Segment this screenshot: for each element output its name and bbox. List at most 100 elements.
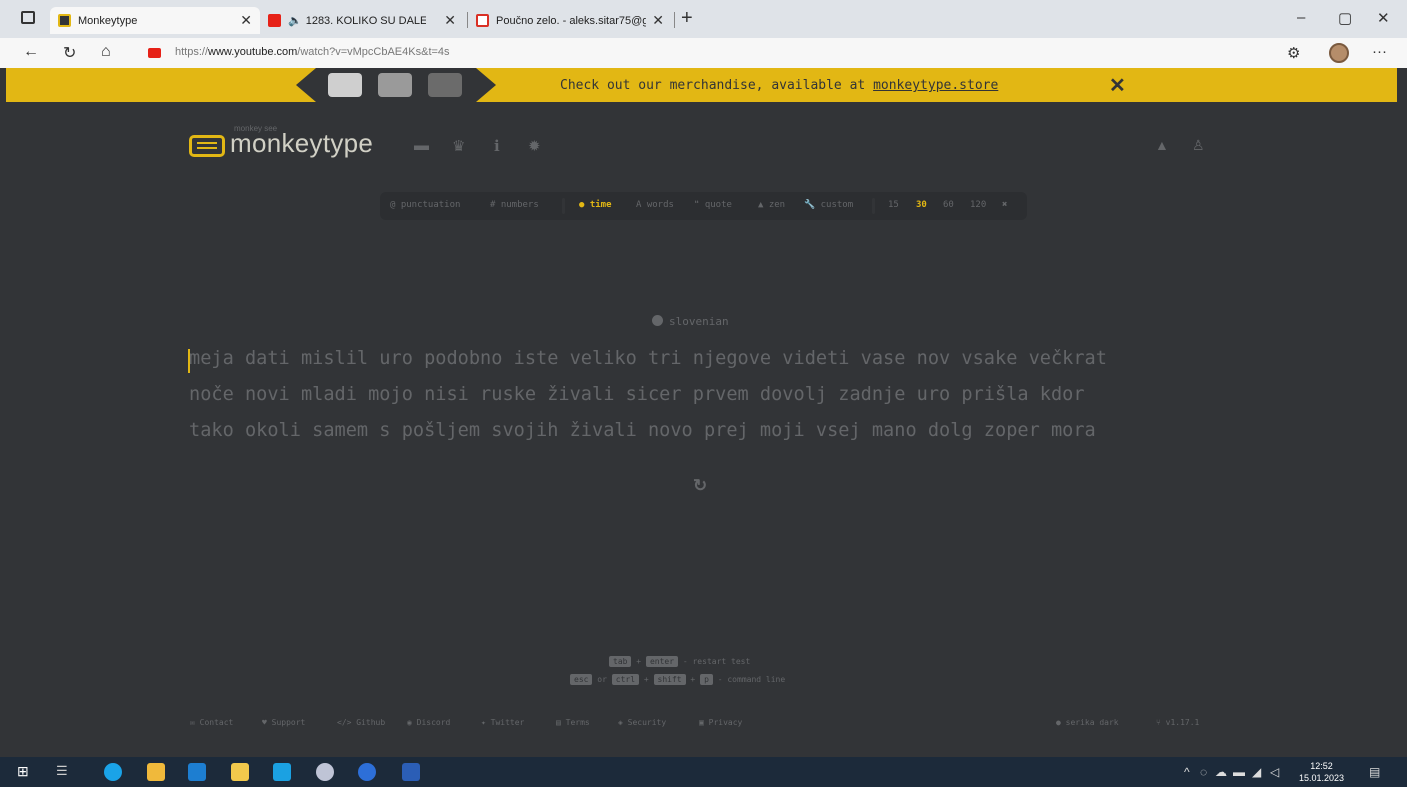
tab-monkeytype[interactable]: Monkeytype ✕	[50, 7, 260, 34]
onedrive-icon[interactable]: ☁	[1215, 765, 1227, 779]
test-config-bar: @ punctuation # numbers ● time A words ❝…	[380, 192, 1027, 220]
font-icon: A	[636, 200, 647, 210]
tab-title: 1283. KOLIKO SU DALEKOSI	[305, 14, 426, 27]
zoom-app-icon[interactable]	[358, 763, 376, 781]
key-shift: shift	[653, 674, 686, 685]
mode-label: zen	[768, 200, 786, 210]
mode-label: custom	[820, 200, 854, 210]
youtube-site-icon	[148, 48, 161, 58]
eraser-app-icon[interactable]	[316, 763, 334, 781]
footer-support-link[interactable]: ♥ Support	[262, 718, 305, 727]
footer-twitter-link[interactable]: ✦ Twitter	[481, 718, 524, 727]
mode-label: quote	[704, 200, 732, 210]
gear-icon[interactable]: ✹	[528, 137, 541, 155]
banner-message: Check out our merchandise, available at	[560, 78, 874, 93]
notifications-icon[interactable]: ▤	[1369, 765, 1380, 779]
language-label: slovenian	[669, 315, 729, 328]
restart-hint-label: - restart test	[682, 657, 751, 666]
tab-youtube[interactable]: 🔈 1283. KOLIKO SU DALEKOSI ✕	[264, 7, 464, 34]
profile-avatar[interactable]	[1329, 43, 1349, 63]
footer-contact-link[interactable]: ✉ Contact	[190, 718, 233, 727]
quote-icon: ❝	[694, 200, 705, 210]
banner-text: Check out our merchandise, available at …	[560, 78, 998, 93]
close-tab-icon[interactable]: ✕	[652, 12, 664, 29]
code-icon: </>	[337, 718, 357, 727]
close-tab-icon[interactable]: ✕	[240, 12, 252, 29]
reload-button[interactable]: ↻	[63, 43, 76, 63]
security-tray-icon[interactable]: ◌	[1200, 765, 1207, 779]
theme-button[interactable]: ● serika dark	[1056, 718, 1119, 727]
new-tab-button[interactable]: +	[681, 7, 693, 30]
language-selector[interactable]: slovenian	[652, 315, 729, 328]
hint-or: or	[597, 675, 607, 684]
close-window-button[interactable]: ✕	[1377, 9, 1390, 27]
footer-link-label: Github	[356, 718, 386, 727]
mail-icon[interactable]	[188, 763, 206, 781]
show-hidden-icons-icon[interactable]: ^	[1184, 765, 1190, 779]
system-clock[interactable]: 12:52 15.01.2023	[1299, 760, 1344, 784]
mode-custom[interactable]: 🔧 custom	[804, 200, 853, 210]
mode-words[interactable]: A words	[636, 200, 674, 210]
shield-icon: ◈	[618, 718, 628, 727]
monkeytype-favicon	[58, 14, 71, 27]
network-icon[interactable]: ◢	[1252, 765, 1261, 779]
extensions-icon[interactable]: ⚙	[1287, 44, 1300, 62]
words-line[interactable]: tako okoli samem s pošljem svojih živali…	[189, 420, 1209, 441]
mode-zen[interactable]: ▲ zen	[758, 200, 785, 210]
tab-separator	[674, 12, 675, 28]
monkeytype-logo-icon[interactable]	[189, 135, 225, 157]
words-line[interactable]: noče novi mladi mojo nisi ruske živali s…	[189, 384, 1209, 405]
task-view-icon[interactable]: ☰	[56, 763, 74, 781]
footer-privacy-link[interactable]: ▣ Privacy	[699, 718, 742, 727]
back-button[interactable]: ←	[23, 43, 39, 61]
windows-start-icon[interactable]: ⊞	[17, 763, 35, 781]
merch-store-link[interactable]: monkeytype.store	[873, 78, 998, 93]
keyboard-icon[interactable]: ▬	[414, 137, 429, 154]
battery-icon[interactable]: ▬	[1233, 765, 1245, 779]
footer-terms-link[interactable]: ▤ Terms	[556, 718, 590, 727]
mode-label: time	[589, 200, 612, 210]
footer-security-link[interactable]: ◈ Security	[618, 718, 666, 727]
punctuation-toggle[interactable]: @ punctuation	[390, 200, 460, 210]
close-banner-icon[interactable]: ✕	[1109, 73, 1126, 98]
words-line[interactable]: meja dati mislil uro podobno iste veliko…	[189, 348, 1209, 369]
footer-github-link[interactable]: </> Github	[337, 718, 385, 727]
mode-quote[interactable]: ❝ quote	[694, 200, 732, 210]
url-field[interactable]: https://www.youtube.com/watch?v=vMpcCbAE…	[175, 46, 450, 58]
speaker-icon[interactable]: 🔈	[288, 14, 302, 27]
file-explorer-icon[interactable]	[147, 763, 165, 781]
close-tab-icon[interactable]: ✕	[444, 12, 456, 29]
clock-time: 12:52	[1310, 761, 1333, 771]
info-icon[interactable]: i	[494, 137, 500, 155]
minimize-button[interactable]: –	[1297, 9, 1305, 26]
duration-15[interactable]: 15	[888, 200, 899, 210]
home-button[interactable]: ⌂	[101, 43, 111, 61]
store-icon[interactable]	[231, 763, 249, 781]
bell-icon[interactable]: ▲	[1155, 137, 1169, 153]
restart-test-button[interactable]: ↻	[693, 476, 707, 496]
tab-actions-icon[interactable]	[21, 11, 35, 24]
duration-60[interactable]: 60	[943, 200, 954, 210]
crown-icon[interactable]: ♛	[452, 137, 465, 155]
theme-label: serika dark	[1065, 718, 1119, 727]
volume-icon[interactable]: ◁	[1270, 765, 1279, 779]
word-app-icon[interactable]	[402, 763, 420, 781]
donate-icon: ♥	[262, 718, 272, 727]
footer-discord-link[interactable]: ◉ Discord	[407, 718, 450, 727]
duration-30[interactable]: 30	[916, 200, 927, 210]
edge-browser-icon[interactable]	[104, 763, 122, 781]
maximize-button[interactable]: ▢	[1338, 9, 1352, 27]
version-button[interactable]: ⑂ v1.17.1	[1156, 718, 1199, 727]
tab-gmail[interactable]: Poučno zelo. - aleks.sitar75@gm ✕	[472, 7, 672, 34]
version-label: v1.17.1	[1165, 718, 1200, 727]
app-l-icon[interactable]	[273, 763, 291, 781]
url-domain: www.youtube.com	[208, 46, 298, 58]
mode-time[interactable]: ● time	[579, 200, 612, 210]
duration-120[interactable]: 120	[970, 200, 986, 210]
custom-duration-tools-icon[interactable]: ✖	[1002, 200, 1007, 210]
monkeytype-logo-text[interactable]: monkeytype	[230, 128, 373, 159]
numbers-toggle[interactable]: # numbers	[490, 200, 539, 210]
more-menu-button[interactable]: ···	[1372, 43, 1387, 60]
hint-plus: +	[690, 675, 696, 684]
user-icon[interactable]: ♙	[1192, 137, 1205, 154]
